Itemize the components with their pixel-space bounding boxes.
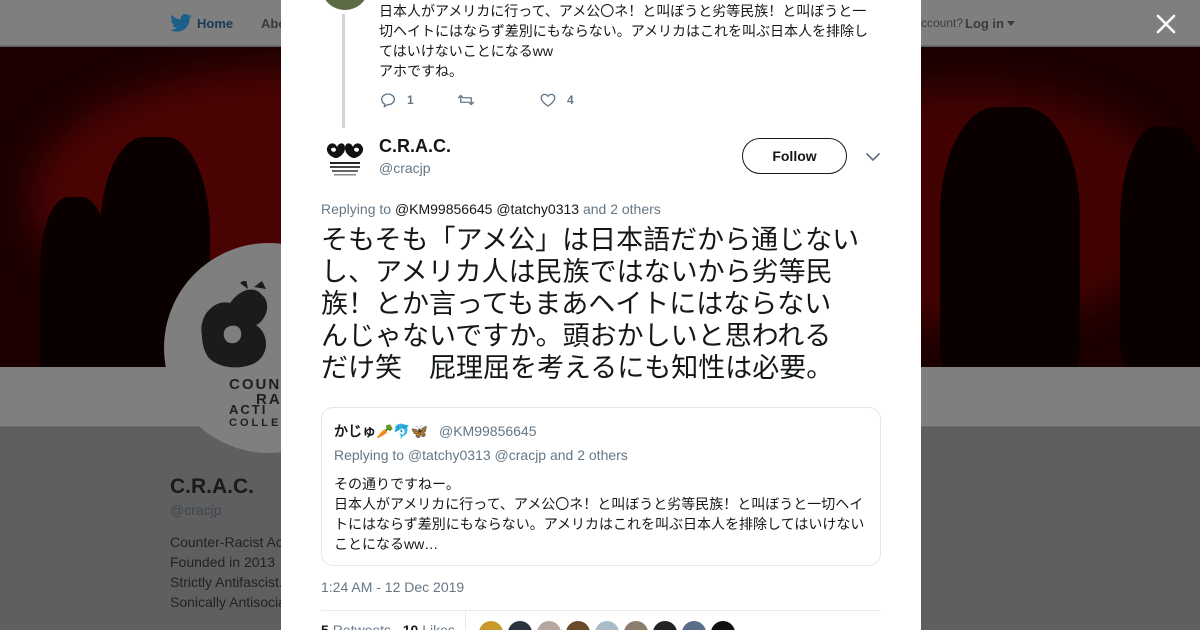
liker-avatar[interactable] [681,620,707,630]
liker-avatar[interactable] [652,620,678,630]
nav-home-link[interactable]: Home [197,16,233,31]
nav-account-prompt: ccount? [921,16,964,30]
liker-avatar[interactable] [536,620,562,630]
retweet-icon [457,94,475,106]
bio-line: Strictly Antifascist. [170,574,283,590]
ok-hand-logo-icon [326,143,364,176]
reply-button[interactable]: 1 [379,91,414,109]
thread-connector-line [342,14,345,128]
tweet-author-name[interactable]: C.R.A.C. [379,136,451,157]
tweet-text: そもそも「アメ公」は日本語だから通じない し、アメリカ人は民族ではないから劣等民… [321,225,891,385]
quoted-replying-to: Replying to @tatchy0313 @cracjp and 2 ot… [334,447,628,463]
liker-avatar[interactable] [478,620,504,630]
reply-count: 1 [407,93,414,107]
stats-vertical-divider [465,611,466,630]
previous-tweet-line: 切ヘイトにはならず差別にもならない。アメリカはこれを叫ぶ日本人を排除し [379,23,869,39]
quoted-tweet-card[interactable]: かじゅ🥕🐬🦋 @KM99856645 Replying to @tatchy03… [321,407,881,566]
liker-avatar[interactable] [507,620,533,630]
quoted-text-line: その通りですねー。 [334,476,460,492]
heart-icon [540,93,556,107]
twitter-bird-icon[interactable] [170,14,192,32]
likes-count[interactable]: 10 [403,622,419,630]
nav-login-link[interactable]: Log in [965,16,1015,31]
previous-tweet-line: てはいけないことになるww [379,43,553,59]
tweet-author-avatar[interactable] [323,136,367,180]
liker-avatar[interactable] [623,620,649,630]
ok-hand-logo-icon [201,281,268,368]
previous-tweet-text: 日本人がアメリカに行って、アメ公〇ネ！と叫ぼうと劣等民族！と叫ぼうと一 切ヘイト… [379,1,877,81]
retweet-button[interactable] [457,91,475,109]
tweet-text-line: だけ笑 屁理屈を考えるにも知性は必要。 [321,353,834,384]
retweets-count[interactable]: 5 [321,622,329,630]
quoted-author-handle: @KM99856645 [439,423,537,439]
replying-to-line: Replying to @KM99856645 @tatchy0313 and … [321,201,661,217]
profile-name: C.R.A.C. [170,475,254,498]
others-link[interactable]: and 2 others [583,201,661,217]
mention-link[interactable]: @KM99856645 [395,201,493,217]
tweet-timestamp[interactable]: 1:24 AM - 12 Dec 2019 [321,579,464,595]
logo-line: COUN [229,376,282,393]
tweet-text-line: んじゃないですか。頭おかしいと思われる [321,321,832,352]
liker-avatar[interactable] [565,620,591,630]
like-button[interactable]: 4 [539,91,574,109]
replying-prefix: Replying to [321,201,392,217]
follow-button[interactable]: Follow [742,138,847,174]
quoted-author-name: かじゅ🥕🐬🦋 [334,423,429,439]
liker-avatar[interactable] [710,620,736,630]
previous-tweet-line: アホですね。 [379,63,463,79]
profile-bio: Counter-Racist Ac Founded in 2013 Strict… [170,532,286,612]
previous-tweet-avatar[interactable] [321,0,369,10]
logo-line: ACTI [229,402,268,417]
quoted-tweet-text: その通りですねー。 日本人がアメリカに行って、アメ公〇ネ！と叫ぼうと劣等民族！と… [334,474,870,554]
tweet-text-line: 族！とか言ってもまあヘイトにはならない [321,289,832,320]
bio-line: Counter-Racist Ac [170,534,283,550]
tweet-text-line: そもそも「アメ公」は日本語だから通じない [321,225,860,256]
liker-avatar[interactable] [594,620,620,630]
reply-icon [380,93,396,108]
profile-handle[interactable]: @cracjp [170,502,222,518]
bio-line: Founded in 2013 [170,554,276,570]
like-count: 4 [567,93,574,107]
tweet-author-handle[interactable]: @cracjp [379,160,431,176]
retweets-label[interactable]: Retweets [333,622,391,630]
tweet-modal: 日本人がアメリカに行って、アメ公〇ネ！と叫ぼうと劣等民族！と叫ぼうと一 切ヘイト… [281,0,921,630]
likes-label[interactable]: Likes [422,622,455,630]
bio-line: Sonically Antisocia [170,594,286,610]
stats-divider [321,610,881,611]
tweet-stats: 5 Retweets 10 Likes [321,622,455,630]
close-icon[interactable] [1155,13,1177,35]
quoted-text-line: トにはならず差別にもならない。アメリカはこれを叫ぶ日本人を排除してはいけない [334,516,865,532]
quoted-text-line: 日本人がアメリカに行って、アメ公〇ネ！と叫ぼうと劣等民族！と叫ぼうと一切ヘイ [334,496,864,512]
mention-link[interactable]: @tatchy0313 [496,201,579,217]
quoted-text-line: ことになるww… [334,536,439,552]
tweet-text-line: し、アメリカ人は民族ではないから劣等民 [321,257,833,288]
chevron-down-icon[interactable] [865,149,881,165]
previous-tweet-line: 日本人がアメリカに行って、アメ公〇ネ！と叫ぼうと劣等民族！と叫ぼうと一 [379,3,867,19]
